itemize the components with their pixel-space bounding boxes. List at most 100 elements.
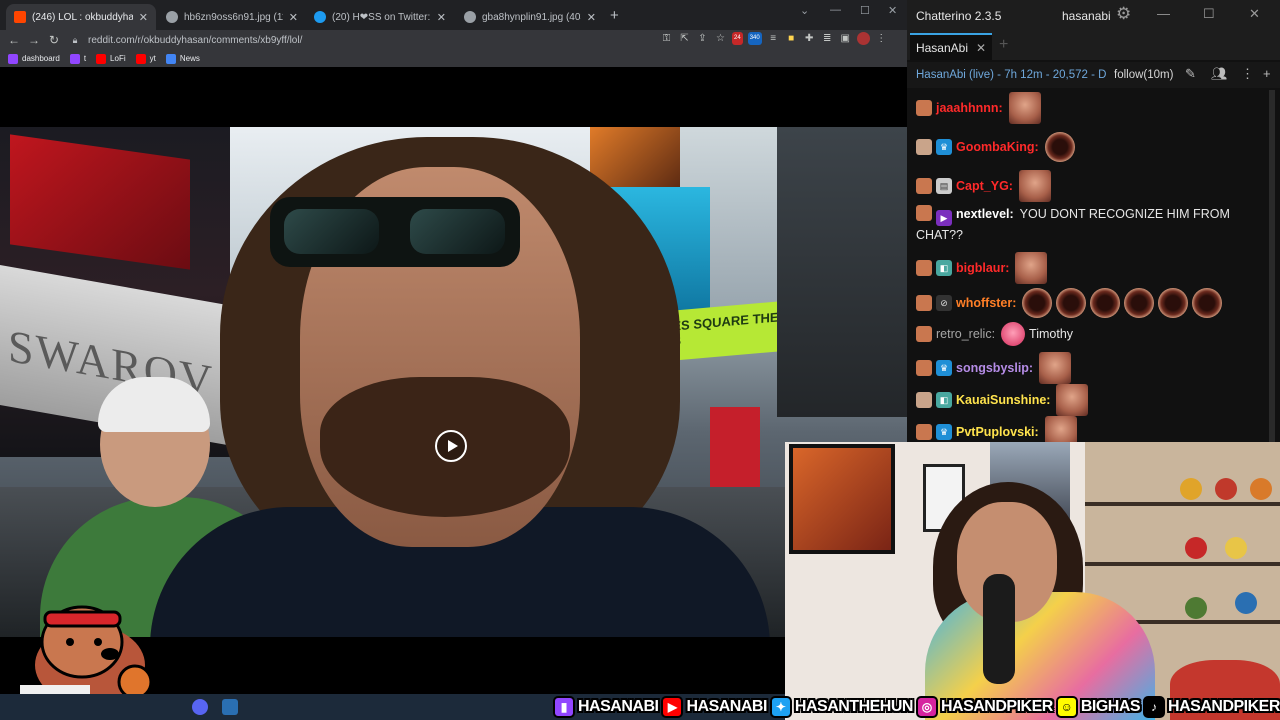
bookmark-news[interactable]: News: [165, 53, 200, 64]
discord-icon[interactable]: [192, 699, 208, 715]
back-icon[interactable]: ←: [4, 33, 24, 47]
tab-label: HasanAbi: [915, 40, 968, 55]
browser-tab-image1[interactable]: hb6zn9oss6n91.jpg (112×162) ✕: [158, 4, 306, 30]
username[interactable]: Capt_YG:: [956, 178, 1013, 195]
social-twitter: ✦ HASANTHEHUN: [769, 695, 913, 719]
microphone: [983, 574, 1015, 684]
chat-message[interactable]: ▤ Capt_YG:: [916, 170, 1055, 202]
twitch-icon: ▮: [553, 696, 575, 718]
tiktok-icon: ♪: [1143, 696, 1166, 718]
add-split-icon[interactable]: +: [1263, 66, 1271, 81]
url-text: reddit.com/r/okbuddyhasan/comments/xb9yf…: [88, 34, 303, 46]
social-handle: HASANABI: [578, 698, 659, 715]
browser-tab-okbuddyhasan[interactable]: (246) LOL : okbuddyhasan ✕: [6, 4, 156, 30]
bookmark-extension-icon[interactable]: ■: [785, 32, 798, 45]
puzzle-icon[interactable]: ✚: [803, 32, 816, 45]
close-tab-icon[interactable]: ✕: [139, 11, 148, 24]
username[interactable]: bigblaur:: [956, 260, 1009, 277]
username[interactable]: PvtPuplovski:: [956, 424, 1039, 441]
emote-icon: [1056, 384, 1089, 416]
chat-message[interactable]: ♛ songsbyslip:: [916, 352, 1075, 384]
menu-icon[interactable]: ⋮: [875, 32, 888, 45]
tab-hasanabi[interactable]: HasanAbi ✕: [910, 33, 992, 60]
close-tab-icon[interactable]: ✕: [289, 11, 298, 24]
chat-message[interactable]: ◧ bigblaur:: [916, 252, 1051, 284]
chatterino-icon[interactable]: [222, 699, 238, 715]
username[interactable]: songsbyslip:: [956, 360, 1033, 377]
video-player[interactable]: SWAROV TIMES SQUARE THE KIDS: [0, 127, 907, 637]
chat-message[interactable]: jaaahhnnn:: [916, 92, 1045, 124]
close-tab-icon[interactable]: ✕: [437, 11, 446, 24]
chevron-down-icon[interactable]: ⌄: [800, 4, 809, 17]
toy: [1250, 478, 1272, 500]
crown-icon: ♛: [936, 424, 952, 440]
instagram-icon: ◎: [915, 696, 938, 718]
account-name[interactable]: hasanabi: [1062, 9, 1111, 23]
chat-scrollbar[interactable]: [1269, 90, 1275, 442]
chat-message[interactable]: ▶ nextlevel: YOU DONT RECOGNIZE HIM FROM C…: [916, 205, 1256, 244]
close-window-icon[interactable]: ✕: [888, 4, 897, 17]
bookmark-lofi[interactable]: LoFi: [96, 53, 126, 64]
chat-message[interactable]: ⊘ whoffster:: [916, 288, 1226, 318]
emote-icon: [1039, 352, 1072, 384]
key-icon[interactable]: ⚿: [660, 32, 673, 45]
chat-message[interactable]: ◧ KauaiSunshine:: [916, 384, 1092, 416]
new-tab-button[interactable]: +: [610, 7, 619, 24]
star-icon[interactable]: ☆: [714, 32, 727, 45]
maximize-icon[interactable]: ☐: [860, 4, 870, 17]
social-handle: HASANDPIKER: [940, 698, 1053, 715]
users-icon[interactable]: 👥︎: [1211, 66, 1228, 82]
lock-icon[interactable]: 🔒︎: [70, 35, 80, 46]
maximize-icon[interactable]: ☐: [1203, 6, 1215, 22]
emote-icon: [1124, 288, 1155, 318]
extension-icon[interactable]: ≡: [767, 32, 780, 45]
social-instagram: ◎ HASANDPIKER: [915, 695, 1053, 719]
gear-icon[interactable]: ⚙: [1116, 4, 1131, 24]
username[interactable]: retro_relic:: [936, 326, 995, 343]
sidepanel-icon[interactable]: ▣: [839, 32, 852, 45]
close-icon[interactable]: ✕: [976, 41, 986, 55]
play-icon[interactable]: [435, 430, 467, 462]
minimize-icon[interactable]: —: [830, 4, 841, 16]
twitter-icon: ✦: [769, 696, 792, 718]
add-tab-button[interactable]: +: [999, 36, 1008, 54]
badge-icon: [916, 326, 932, 342]
username[interactable]: jaaahhnnn:: [936, 100, 1003, 117]
minimize-icon[interactable]: —: [1157, 6, 1170, 21]
bookmark-dashboard[interactable]: dashboard: [8, 53, 60, 64]
globe-icon: [464, 11, 476, 23]
close-tab-icon[interactable]: ✕: [587, 11, 596, 24]
social-handle: HASANABI: [686, 698, 767, 715]
bookmark-t[interactable]: t: [69, 53, 86, 64]
reload-icon[interactable]: ↻: [44, 33, 64, 47]
more-icon[interactable]: ⋮: [1241, 66, 1254, 82]
forward-icon[interactable]: →: [24, 33, 44, 47]
username[interactable]: nextlevel:: [956, 207, 1014, 221]
chat-message[interactable]: ♛ GoombaKing:: [916, 132, 1079, 162]
bookmark-label: dashboard: [22, 54, 60, 63]
bookmark-yt[interactable]: yt: [135, 53, 156, 64]
stream-info[interactable]: HasanAbi (live) - 7h 12m - 20,572 - D: [916, 69, 1106, 81]
browser-window: (246) LOL : okbuddyhasan ✕ hb6zn9oss6n91…: [0, 0, 907, 720]
screenshare-icon[interactable]: ⇱: [678, 32, 691, 45]
billboard-top: [590, 127, 680, 187]
follow-mode[interactable]: follow(10m): [1114, 69, 1173, 81]
share-icon[interactable]: ⇪: [696, 32, 709, 45]
extension-badge-2[interactable]: 340: [747, 32, 762, 45]
chat-message[interactable]: ♛ PvtPuplovski:: [916, 416, 1081, 442]
extension-badge-1[interactable]: 24: [732, 32, 743, 45]
chat-message[interactable]: retro_relic: Timothy: [916, 322, 1073, 346]
profile-avatar[interactable]: [856, 32, 870, 45]
username[interactable]: KauaiSunshine:: [956, 392, 1050, 409]
pencil-icon[interactable]: ✎: [1185, 66, 1196, 82]
browser-tab-twitter[interactable]: (20) H❤SS on Twitter: "What a ✕: [306, 4, 454, 30]
username[interactable]: GoombaKing:: [956, 139, 1039, 156]
badge-icon: [916, 424, 932, 440]
close-window-icon[interactable]: ✕: [1249, 6, 1260, 22]
browser-tab-image2[interactable]: gba8hynplin91.jpg (4032×3024) ✕: [456, 4, 604, 30]
username[interactable]: whoffster:: [956, 295, 1016, 312]
media-icon[interactable]: ≣: [821, 32, 834, 45]
subscriber-icon: ◧: [936, 392, 952, 408]
address-bar[interactable]: 🔒︎ reddit.com/r/okbuddyhasan/comments/xb…: [70, 32, 750, 48]
badge-icon: [916, 360, 932, 376]
